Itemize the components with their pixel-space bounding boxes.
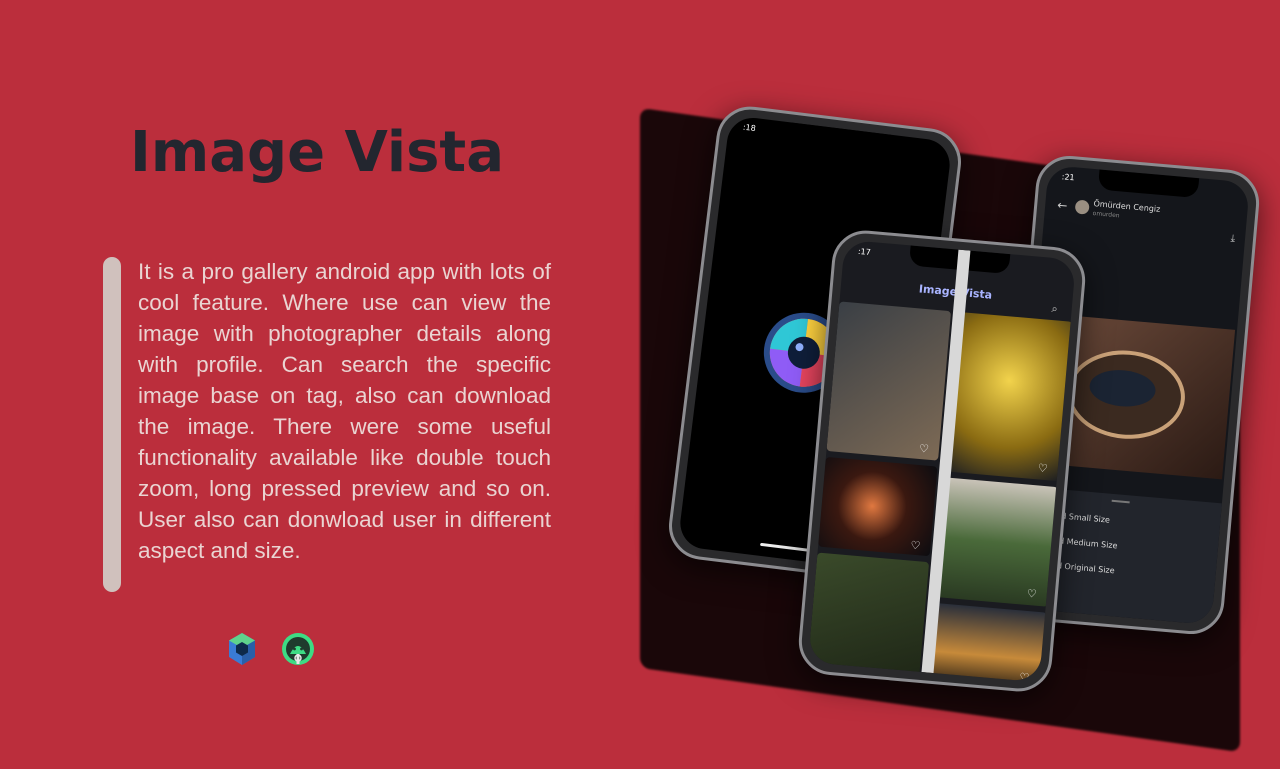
download-icon[interactable]: ⤓ [1230, 233, 1235, 244]
status-time: :18 [742, 122, 757, 134]
photo-tile[interactable] [826, 301, 952, 461]
photo-tile[interactable] [807, 552, 930, 682]
phone-showcase: :18 :21 ← Ömürden Cengiz omurden ⤓ nload… [640, 102, 1280, 753]
gallery-screen: :17 Image Vista ⌕ ♡ ♡ ♡ ♡ ♡ [807, 239, 1077, 683]
avatar [1074, 199, 1090, 215]
android-studio-icon [282, 633, 314, 665]
jetpack-compose-icon [229, 633, 255, 665]
heart-icon[interactable]: ♡ [1026, 587, 1037, 601]
app-description: It is a pro gallery android app with lot… [138, 259, 551, 563]
heart-icon[interactable]: ♡ [910, 539, 921, 553]
phone-notch [1097, 169, 1200, 199]
sheet-handle [1111, 499, 1130, 504]
status-time: :21 [1061, 172, 1075, 183]
heart-icon[interactable]: ♡ [1037, 461, 1048, 475]
photo-tile[interactable] [924, 602, 1048, 683]
status-time: :17 [857, 246, 872, 257]
phone-gallery: :17 Image Vista ⌕ ♡ ♡ ♡ ♡ ♡ [796, 227, 1088, 695]
user-handle: omurden [1092, 210, 1120, 220]
search-icon[interactable]: ⌕ [1051, 302, 1058, 316]
back-arrow-icon[interactable]: ← [1057, 198, 1068, 213]
phone-notch [789, 122, 892, 155]
page-title: Image Vista [130, 120, 504, 185]
heart-icon[interactable]: ♡ [918, 442, 929, 456]
quote-bar [103, 257, 121, 592]
photo-tile[interactable] [932, 477, 1059, 607]
heart-icon[interactable]: ♡ [1019, 671, 1030, 683]
